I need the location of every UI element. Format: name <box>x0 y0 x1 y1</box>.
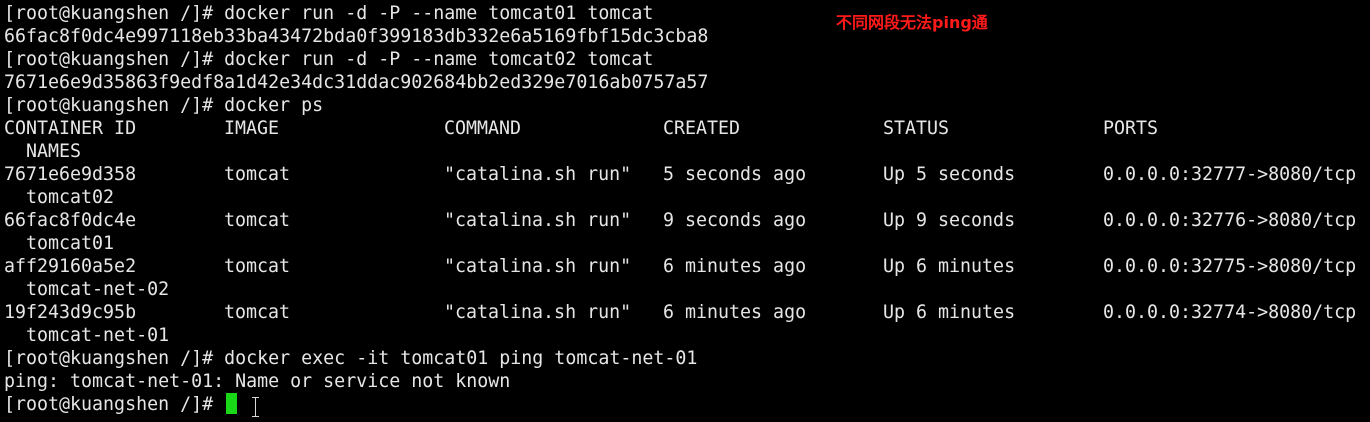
cell-command: "catalina.sh run" <box>444 164 632 185</box>
cell-image: tomcat <box>224 302 291 323</box>
terminal-window[interactable]: [root@kuangshen /]# docker run -d -P --n… <box>0 0 1370 422</box>
red-annotation-label: 不同网段无法ping通 <box>836 13 988 32</box>
header-ports: PORTS <box>1103 118 1159 139</box>
cell-names: tomcat-net-02 <box>4 279 170 300</box>
table-header-row: CONTAINER ID IMAGE COMMAND CREATED STATU… <box>4 117 1370 140</box>
cell-container-id: aff29160a5e2 <box>4 256 137 277</box>
header-names: NAMES <box>4 141 82 162</box>
terminal-cursor <box>226 393 238 414</box>
header-created: CREATED <box>663 118 741 139</box>
cell-container-id: 7671e6e9d358 <box>4 164 137 185</box>
cell-status: Up 5 seconds <box>883 164 1016 185</box>
header-command: COMMAND <box>444 118 522 139</box>
cell-created: 6 minutes ago <box>663 256 807 277</box>
cell-command: "catalina.sh run" <box>444 302 632 323</box>
table-row: 19f243d9c95b tomcat "catalina.sh run" 6 … <box>4 301 1370 324</box>
cell-status: Up 6 minutes <box>883 256 1016 277</box>
cell-command: "catalina.sh run" <box>444 256 632 277</box>
terminal-line-run-tomcat01: [root@kuangshen /]# docker run -d -P --n… <box>4 3 654 24</box>
cell-created: 5 seconds ago <box>663 164 807 185</box>
terminal-line-exec-ping: [root@kuangshen /]# docker exec -it tomc… <box>4 348 698 369</box>
terminal-line-container-hash-2: 7671e6e9d35863f9edf8a1d42e34dc31ddac9026… <box>4 72 709 93</box>
cell-ports: 0.0.0.0:32777->8080/tcp <box>1103 164 1357 185</box>
header-status: STATUS <box>883 118 950 139</box>
terminal-line-container-hash-1: 66fac8f0dc4e997118eb33ba43472bda0f399183… <box>4 26 709 47</box>
terminal-prompt-line[interactable]: [root@kuangshen /]# <box>4 393 1370 416</box>
cell-ports: 0.0.0.0:32774->8080/tcp <box>1103 302 1357 323</box>
table-row: 7671e6e9d358 tomcat "catalina.sh run" 5 … <box>4 163 1370 186</box>
text-cursor-ibeam-icon <box>251 397 260 417</box>
cell-ports: 0.0.0.0:32776->8080/tcp <box>1103 210 1357 231</box>
table-row: 66fac8f0dc4e tomcat "catalina.sh run" 9 … <box>4 209 1370 232</box>
table-row: aff29160a5e2 tomcat "catalina.sh run" 6 … <box>4 255 1370 278</box>
cell-container-id: 66fac8f0dc4e <box>4 210 137 231</box>
cell-created: 9 seconds ago <box>663 210 807 231</box>
cell-names: tomcat-net-01 <box>4 325 170 346</box>
terminal-line-docker-ps: [root@kuangshen /]# docker ps <box>4 95 324 116</box>
header-image: IMAGE <box>224 118 280 139</box>
cell-created: 6 minutes ago <box>663 302 807 323</box>
cell-command: "catalina.sh run" <box>444 210 632 231</box>
cell-status: Up 9 seconds <box>883 210 1016 231</box>
cell-names: tomcat01 <box>4 233 115 254</box>
cell-image: tomcat <box>224 256 291 277</box>
terminal-line-run-tomcat02: [root@kuangshen /]# docker run -d -P --n… <box>4 49 654 70</box>
terminal-line-ping-error: ping: tomcat-net-01: Name or service not… <box>4 371 511 392</box>
cell-image: tomcat <box>224 210 291 231</box>
cell-names: tomcat02 <box>4 187 115 208</box>
cell-ports: 0.0.0.0:32775->8080/tcp <box>1103 256 1357 277</box>
cell-container-id: 19f243d9c95b <box>4 302 137 323</box>
header-container-id: CONTAINER ID <box>4 118 137 139</box>
cell-status: Up 6 minutes <box>883 302 1016 323</box>
cell-image: tomcat <box>224 164 291 185</box>
